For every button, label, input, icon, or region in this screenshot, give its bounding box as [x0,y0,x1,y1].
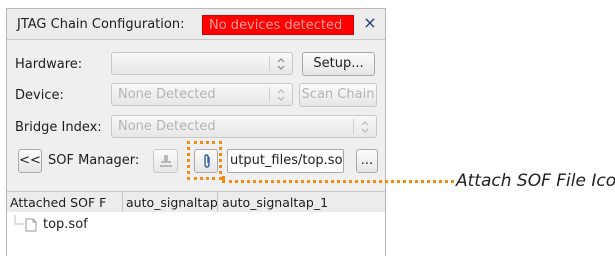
device-select-divider [269,87,270,102]
device-label: Device: [15,88,64,103]
status-badge-text: No devices detected [209,18,343,33]
device-select-value: None Detected [118,87,216,102]
column-header-attached-sof[interactable]: Attached SOF F [10,195,123,210]
spinner-arrows-icon [361,121,369,133]
program-device-icon [160,155,172,167]
bridge-index-select[interactable]: None Detected [111,115,377,138]
close-icon[interactable]: × [362,15,378,31]
spinner-arrows-icon [277,58,285,70]
column-header-auto-signaltap[interactable]: auto_signaltap [126,195,221,210]
bridge-index-label: Bridge Index: [15,120,102,135]
hardware-label: Hardware: [15,57,83,72]
program-device-button[interactable] [153,149,178,173]
hardware-select[interactable] [111,52,293,75]
sof-manager-label: SOF Manager: [48,153,140,168]
bridge-index-select-value: None Detected [118,119,216,134]
spinner-arrows-icon [277,89,285,101]
page: JTAG Chain Configuration: No devices det… [0,0,615,263]
status-badge: No devices detected [202,15,354,35]
tree-branch-icon [14,215,24,225]
browse-button[interactable]: ... [356,149,378,173]
attach-sof-file-button[interactable] [194,149,218,173]
annotation-leader-line [222,180,454,183]
column-divider[interactable] [122,192,123,212]
scan-chain-button[interactable]: Scan Chain [299,83,377,107]
tree-item-top-sof[interactable]: top.sof [43,217,88,232]
panel-titlebar: JTAG Chain Configuration: No devices det… [7,9,385,40]
bridge-index-select-divider [353,119,354,134]
column-divider[interactable] [217,192,218,212]
table-header: Attached SOF F auto_signaltap auto_signa… [7,191,385,213]
collapse-button[interactable]: << [18,149,42,173]
attach-file-icon [204,154,210,168]
device-select[interactable]: None Detected [111,83,293,106]
setup-button[interactable]: Setup... [302,52,375,76]
annotation-label: Attach SOF File Icon [456,171,615,191]
panel-title: JTAG Chain Configuration: [17,17,185,32]
sof-file-path-field[interactable]: utput_files/top.sof [227,149,344,173]
file-icon [25,218,37,232]
sof-tree: top.sof [7,212,385,256]
jtag-chain-configuration-panel: JTAG Chain Configuration: No devices det… [6,8,386,256]
hardware-select-divider [269,56,270,71]
column-header-auto-signaltap-1[interactable]: auto_signaltap_1 [222,195,372,210]
